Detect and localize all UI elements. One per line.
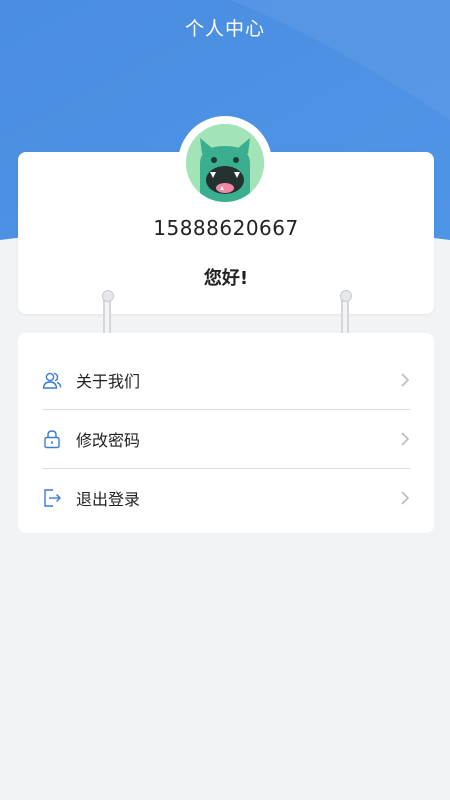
logout-icon — [42, 488, 62, 508]
monster-avatar-icon — [186, 124, 264, 202]
chevron-right-icon — [400, 372, 410, 388]
menu-item-label: 修改密码 — [76, 431, 141, 450]
menu-item-label: 关于我们 — [76, 372, 141, 391]
chevron-right-icon — [400, 490, 410, 506]
menu-item-about-us[interactable]: 关于我们 — [42, 351, 410, 410]
menu-card: 关于我们 修改密码 退出登录 — [18, 333, 434, 533]
avatar[interactable] — [178, 116, 272, 210]
chevron-right-icon — [400, 431, 410, 447]
menu-item-change-password[interactable]: 修改密码 — [42, 410, 410, 469]
phone-number: 15888620667 — [153, 216, 299, 240]
users-icon — [42, 370, 62, 390]
menu-item-logout[interactable]: 退出登录 — [42, 469, 410, 527]
greeting-text: 您好! — [203, 268, 249, 289]
menu-item-label: 退出登录 — [76, 490, 141, 509]
lock-icon — [42, 429, 62, 449]
page-title: 个人中心 — [184, 18, 265, 40]
